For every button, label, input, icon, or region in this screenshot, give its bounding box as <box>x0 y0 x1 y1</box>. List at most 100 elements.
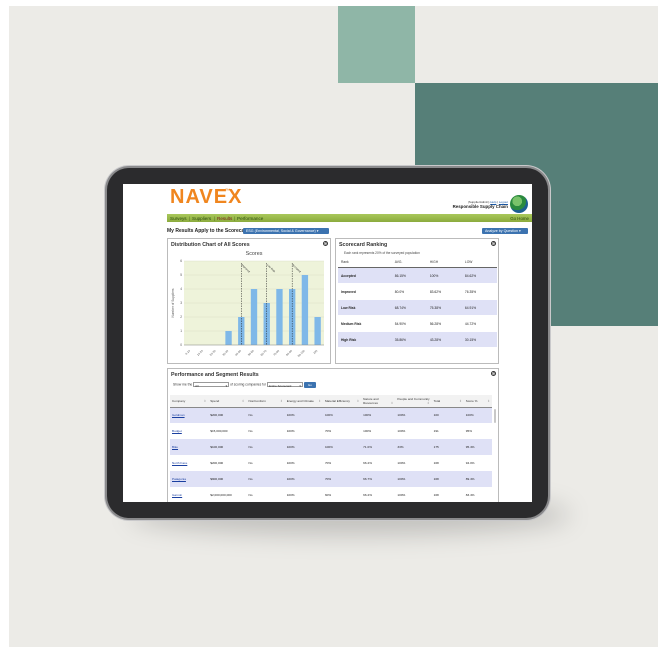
product-title: Responsible Supply Chain <box>452 204 508 209</box>
nav-results[interactable]: Results <box>217 216 232 221</box>
distribution-panel: Distribution Chart of All Scores ⚙ Score… <box>167 238 331 364</box>
company-link[interactable]: Patagonia <box>170 471 209 487</box>
distribution-chart: Scores 0 1 2 3 4 5 6 Number of Suppliers 0-10 10-2… <box>171 251 324 358</box>
cell-nature: 66.2% <box>361 487 396 502</box>
table-row: Bike $100,000 No 100% 100% 71.0% 33% 175 95.4% <box>170 439 492 455</box>
cell-total: 100 <box>431 407 464 423</box>
logo-trademark: ™ <box>225 188 230 194</box>
panel-menu-icon[interactable]: ⚙ <box>491 371 496 376</box>
rank-avg: 68.74% <box>391 299 427 316</box>
rank-high: 56.28% <box>426 315 462 332</box>
ranking-col-header[interactable]: LOW <box>461 257 497 268</box>
table-row: Goldman $200,000 No 100% 100% 100% 100% 100 100% <box>170 407 492 423</box>
performance-panel: Performance and Segment Results ⚙ Show m… <box>167 368 499 502</box>
x-tick-label: 20-30 <box>209 349 217 357</box>
cell-energy: 100% <box>284 487 323 502</box>
rank-high: 83.62% <box>426 283 462 300</box>
perf-col-header[interactable]: Company ⇕ <box>170 395 209 408</box>
ranking-panel: Scorecard Ranking ⚙ Each rank represents… <box>335 238 499 364</box>
perf-col-header[interactable]: NonConform ⇕ <box>246 395 285 408</box>
cell-score: 95% <box>463 423 492 439</box>
table-scrollbar[interactable] <box>493 409 496 423</box>
y-tick-label: 3 <box>180 301 182 305</box>
table-row: Patagonia $900,000 No 100% 70% 66.7% 100% 168 89… <box>170 471 492 487</box>
ranking-col-header[interactable]: HIGH <box>426 257 462 268</box>
scorecard-select[interactable]: ESG (Environmental, Social & Governance)… <box>243 227 329 234</box>
cell-material: 100% <box>322 439 362 455</box>
perf-col-header[interactable]: Energy and Climate ⇕ <box>284 395 323 408</box>
chart-bar <box>225 331 232 345</box>
nav-suppliers[interactable]: Suppliers <box>192 216 211 221</box>
rank-name: Accepted <box>338 267 392 284</box>
chart-bar <box>314 317 321 345</box>
chevron-down-icon: ▾ <box>299 383 301 388</box>
x-tick-label: 80-90 <box>285 349 293 357</box>
company-link[interactable]: Garmin <box>170 487 209 502</box>
perf-col-header[interactable]: Score % ⇕ <box>463 395 492 408</box>
ranking-row: High Risk 35.86% 43.28% 30.15% <box>338 331 497 348</box>
panel-menu-icon[interactable]: ⚙ <box>491 241 496 246</box>
rank-name: Improved <box>338 283 392 300</box>
cell-total: 168 <box>431 487 464 502</box>
cell-material: 100% <box>322 407 362 423</box>
rank-name: Medium Risk <box>338 315 392 332</box>
cell-nature: 100% <box>361 423 396 439</box>
y-axis-label: Number of Suppliers <box>171 288 175 317</box>
go-button[interactable]: Go <box>303 382 316 388</box>
x-tick-label: 40-50 <box>234 349 242 357</box>
perf-col-header[interactable]: Spend ⇕ <box>208 395 247 408</box>
filter-count-value: All <box>195 383 199 388</box>
perf-col-header[interactable]: Material Efficiency ⇕ <box>322 395 362 408</box>
rank-avg: 86.15% <box>391 267 427 284</box>
nav-surveys[interactable]: Surveys <box>170 216 187 221</box>
ranking-table: Rank AVG. HIGH LOW Accepted 86.15% 100% … <box>338 257 497 348</box>
company-link[interactable]: Budget <box>170 423 209 439</box>
ranking-col-header[interactable]: Rank <box>338 257 392 268</box>
cell-people: 100% <box>395 455 432 471</box>
nav-separator: | <box>214 215 216 221</box>
x-tick-label: 60-70 <box>260 349 268 357</box>
page-heading: My Results Apply to the Scorecard: <box>167 228 251 234</box>
globe-icon <box>510 195 528 213</box>
x-tick-label: 90-100 <box>297 349 306 358</box>
rank-high: 75.38% <box>426 299 462 316</box>
cell-total: 175 <box>431 439 464 455</box>
x-tick-label: 70-80 <box>272 349 280 357</box>
perf-col-header[interactable]: Total ⇕ <box>431 395 464 408</box>
cell-material: 60% <box>322 487 362 502</box>
chart-title: Scores <box>246 251 263 257</box>
nav-performance[interactable]: Performance <box>237 216 263 221</box>
cell-energy: 100% <box>284 471 323 487</box>
navex-logo[interactable]: NAVEX <box>170 186 242 209</box>
cell-spend: $900,000 <box>208 471 247 487</box>
ranking-row: Improved 80.0% 83.62% 76.35% <box>338 283 497 300</box>
perf-col-header[interactable]: People and Community ⇕ <box>395 395 432 408</box>
cell-score: 100% <box>463 407 492 423</box>
company-link[interactable]: North Face <box>170 455 209 471</box>
cell-nature: 66.2% <box>361 455 396 471</box>
cell-score: 94.0% <box>463 455 492 471</box>
nav-separator: | <box>234 215 236 221</box>
filter-count-select[interactable]: All ▾ <box>193 382 230 388</box>
cell-nature: 71.0% <box>361 439 396 455</box>
cell-total: 168 <box>431 471 464 487</box>
cell-score: 95.4% <box>463 439 492 455</box>
chevron-down-icon: ▾ <box>225 383 228 388</box>
perf-col-header[interactable]: Nature and Resources ⇕ <box>361 395 396 408</box>
x-tick-label: 100 <box>312 349 318 355</box>
go-home-link[interactable]: Go Home <box>510 216 529 221</box>
rank-low: 76.35% <box>461 283 497 300</box>
table-row: Budget $15,000,000 No 100% 70% 100% 100% 191 95% <box>170 423 492 439</box>
x-tick-label: 30-40 <box>221 349 229 357</box>
analyze-by-question-button[interactable]: Analyze by Question ▾ <box>482 227 528 234</box>
chart-bar <box>250 289 258 345</box>
cell-nonconform: No <box>246 455 285 471</box>
filter-scorecard-select[interactable]: Entire Scorecard ▾ <box>266 382 303 388</box>
rank-high: 100% <box>426 267 462 284</box>
cell-nonconform: No <box>246 439 285 455</box>
cell-people: 100% <box>395 487 432 502</box>
company-link[interactable]: Bike <box>170 439 209 455</box>
company-link[interactable]: Goldman <box>170 407 209 423</box>
cell-energy: 100% <box>284 423 323 439</box>
ranking-col-header[interactable]: AVG. <box>391 257 427 268</box>
